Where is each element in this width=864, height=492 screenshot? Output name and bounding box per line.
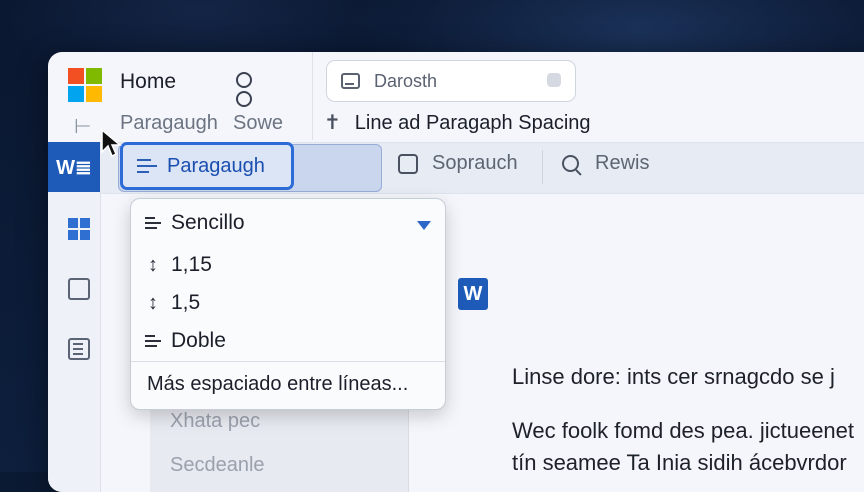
- search-input[interactable]: Darosth: [326, 60, 576, 102]
- word-app-icon[interactable]: W≣: [48, 142, 100, 192]
- header-divider: [312, 52, 313, 140]
- mouse-cursor-icon: [101, 128, 122, 158]
- menu-item-label: 1,5: [171, 291, 201, 314]
- ribbon-divider: [542, 150, 543, 184]
- sopr-checkbox[interactable]: Soprаuch: [398, 152, 518, 175]
- chevron-down-icon[interactable]: [417, 221, 431, 230]
- lines-icon: [145, 332, 161, 350]
- word-document-icon: W: [458, 274, 504, 316]
- menu-item-label: Sencillo: [171, 211, 245, 234]
- notes-icon[interactable]: [68, 338, 90, 360]
- paragraph-button[interactable]: Paragaugh: [120, 142, 294, 190]
- menu-item-doble[interactable]: Doble: [145, 329, 226, 353]
- menu-item-label: 1,15: [171, 253, 212, 276]
- search-icon: [562, 155, 579, 172]
- windows-icon[interactable]: [68, 218, 90, 240]
- review-label: Rewis: [595, 152, 650, 174]
- search-text: Darosth: [374, 70, 438, 91]
- line-spacing-dropdown: Sencillo ↕ 1,15 ↕ 1,5 Doble Más espaciad…: [130, 198, 446, 410]
- document-text-line: Wec foolk fomd des pea. jictueenet: [512, 418, 855, 443]
- menu-item-more-spacing[interactable]: Más espaciado entre líneas...: [147, 373, 408, 396]
- vertical-arrows-icon: ↕: [148, 291, 158, 314]
- side-pane-item[interactable]: Xhata pec: [170, 410, 260, 433]
- document-text-line: tín seamee Ta Inia sidih ácebvrdor: [512, 450, 847, 475]
- options-icon[interactable]: [236, 72, 252, 107]
- line-spacing-icon: [137, 155, 157, 177]
- menu-item-1-15[interactable]: ↕ 1,15: [145, 253, 212, 277]
- word-window: Home ⊢ Paragaugh Sowe Darosth ✝ Line ad P…: [48, 52, 864, 492]
- checkbox-icon: [398, 153, 418, 174]
- document-text-line: Linse dore: ints cer srnagcdo se j: [512, 364, 835, 389]
- frame-icon[interactable]: [68, 278, 90, 300]
- vertical-arrows-icon: ↕: [148, 253, 158, 276]
- menu-item-sencillo[interactable]: Sencillo: [145, 211, 245, 235]
- pin-icon[interactable]: ✝: [324, 112, 341, 134]
- collapse-icon[interactable]: ⊢: [74, 114, 91, 139]
- document-icon: [341, 73, 360, 89]
- microsoft-logo-icon: [68, 68, 102, 102]
- side-pane-item[interactable]: Secdeanle: [170, 454, 265, 477]
- tab-sowe[interactable]: Sowe: [233, 112, 283, 135]
- sopr-label: Soprаuch: [432, 152, 518, 174]
- lines-icon: [145, 214, 161, 232]
- menu-item-label: Doble: [171, 329, 226, 352]
- review-button[interactable]: Rewis: [562, 152, 649, 175]
- microphone-icon[interactable]: [547, 73, 561, 87]
- document-title-bar: ✝ Line ad Paragaph Spacing: [324, 110, 591, 135]
- paragraph-button-label: Paragaugh: [167, 154, 265, 177]
- menu-item-1-5[interactable]: ↕ 1,5: [145, 291, 200, 315]
- tab-paragraph[interactable]: Paragaugh: [120, 112, 218, 135]
- menu-divider: [131, 361, 445, 362]
- home-tab[interactable]: Home: [120, 70, 176, 94]
- document-title: Line ad Paragaph Spacing: [354, 112, 591, 134]
